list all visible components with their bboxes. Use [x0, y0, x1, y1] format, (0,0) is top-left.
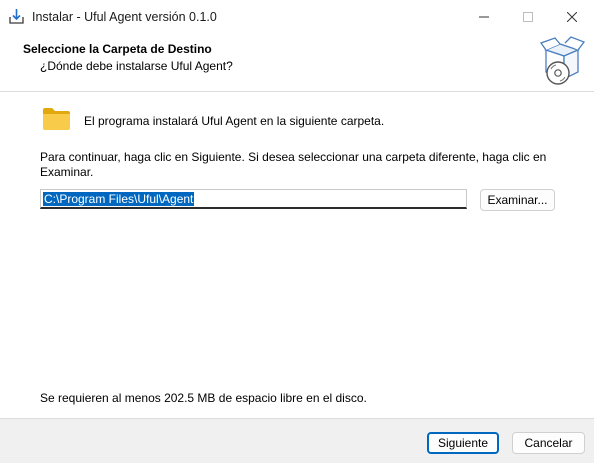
header-divider — [0, 91, 594, 92]
install-location-text: El programa instalará Uful Agent en la s… — [84, 114, 385, 128]
page-subtitle: ¿Dónde debe instalarse Uful Agent? — [40, 59, 233, 73]
minimize-button[interactable] — [462, 0, 506, 34]
wizard-header: Seleccione la Carpeta de Destino ¿Dónde … — [0, 34, 594, 91]
page-title: Seleccione la Carpeta de Destino — [23, 42, 212, 56]
title-bar[interactable]: Instalar - Uful Agent versión 0.1.0 — [0, 0, 594, 34]
instructions-text: Para continuar, haga clic en Siguiente. … — [40, 150, 547, 179]
box-with-disc-icon — [539, 36, 586, 85]
button-bar — [0, 419, 594, 463]
maximize-button — [506, 0, 550, 34]
next-button[interactable]: Siguiente — [427, 432, 499, 454]
close-button[interactable] — [550, 0, 594, 34]
destination-path-value: C:\Program Files\Uful\Agent — [43, 192, 195, 206]
close-icon — [567, 12, 577, 22]
destination-path-input[interactable]: C:\Program Files\Uful\Agent — [40, 189, 467, 209]
folder-icon — [43, 108, 70, 130]
browse-button[interactable]: Examinar... — [480, 189, 555, 211]
installer-download-icon — [9, 9, 24, 24]
maximize-icon — [523, 12, 533, 22]
cancel-button[interactable]: Cancelar — [512, 432, 585, 454]
disk-space-text: Se requieren al menos 202.5 MB de espaci… — [40, 391, 367, 405]
minimize-icon — [479, 16, 489, 18]
window-title: Instalar - Uful Agent versión 0.1.0 — [32, 10, 217, 24]
